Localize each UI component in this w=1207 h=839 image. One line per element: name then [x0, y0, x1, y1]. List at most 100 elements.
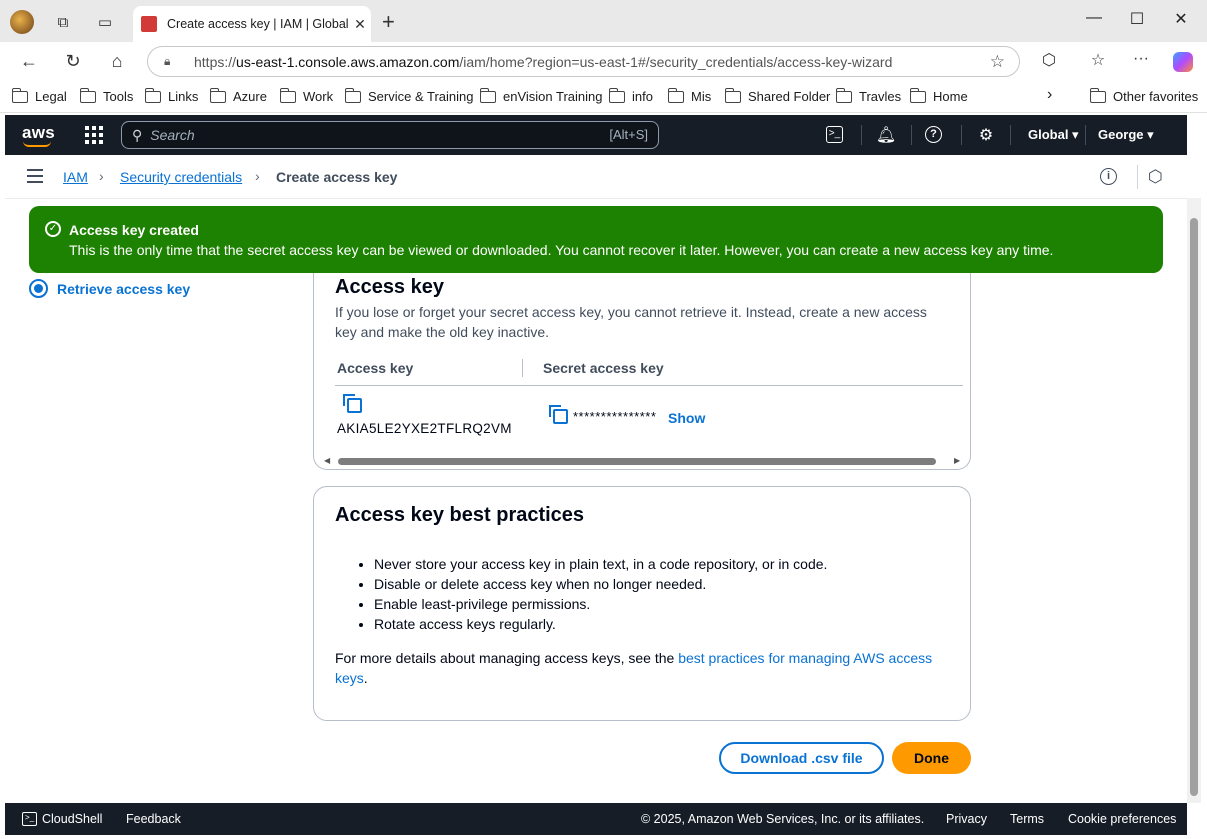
header-divider — [1085, 125, 1086, 145]
browser-tab-active[interactable]: Create access key | IAM | Global ✕ — [133, 6, 371, 42]
copy-access-key-icon[interactable] — [343, 394, 362, 413]
close-window-icon[interactable]: ✕ — [1166, 9, 1196, 29]
folder-icon — [667, 87, 684, 103]
download-csv-button[interactable]: Download .csv file — [719, 742, 884, 774]
more-menu-icon[interactable]: ··· — [1129, 50, 1153, 74]
vertical-scrollbar[interactable] — [1187, 198, 1201, 803]
folder-icon — [724, 87, 741, 103]
favorites-icon[interactable]: ☆ — [1086, 50, 1110, 74]
success-flash: ✓ Access key created This is the only ti… — [29, 206, 1163, 273]
aws-logo[interactable]: aws — [22, 123, 55, 143]
bookmark-azure[interactable]: Azure — [209, 87, 267, 104]
bookmark-envision-training[interactable]: enVision Training — [479, 87, 603, 104]
success-check-icon: ✓ — [45, 221, 61, 237]
bookmark-work[interactable]: Work — [279, 87, 333, 104]
horizontal-scrollbar[interactable]: ◀ ▶ — [320, 455, 964, 467]
search-icon: ⚲ — [132, 126, 143, 143]
bookmark-tools[interactable]: Tools — [79, 87, 133, 104]
header-divider — [961, 125, 962, 145]
best-practices-title: Access key best practices — [335, 504, 585, 526]
breadcrumb-chevron-icon: › — [99, 168, 104, 184]
list-item: Disable or delete access key when no lon… — [374, 574, 827, 594]
more-suffix: . — [363, 670, 368, 686]
help-icon[interactable]: ? — [925, 126, 942, 143]
cloudshell-footer-icon[interactable]: >_ — [22, 812, 37, 826]
folder-icon — [1089, 87, 1106, 103]
browser-titlebar: ⧉ ▭ Create access key | IAM | Global ✕ +… — [0, 0, 1207, 42]
vertical-scroll-thumb[interactable] — [1190, 218, 1198, 796]
folder-icon — [279, 87, 296, 103]
url-path: /iam/home?region=us-east-1#/security_cre… — [459, 53, 893, 70]
bookmark-mis[interactable]: Mis — [667, 87, 711, 104]
footer-cloudshell[interactable]: CloudShell — [42, 812, 102, 826]
folder-icon — [79, 87, 96, 103]
region-selector[interactable]: Global ▾ — [1028, 127, 1079, 143]
copy-secret-key-icon[interactable] — [549, 405, 568, 424]
bookmarks-bar: Legal Tools Links Azure Work Service & T… — [0, 80, 1207, 113]
bookmark-info[interactable]: info — [608, 87, 653, 104]
scroll-right-arrow-icon[interactable]: ▶ — [954, 456, 960, 465]
bookmark-travles[interactable]: Travles — [835, 87, 901, 104]
footer-cookie-preferences[interactable]: Cookie preferences — [1068, 812, 1176, 826]
footer-terms[interactable]: Terms — [1010, 812, 1044, 826]
footer-feedback[interactable]: Feedback — [126, 812, 181, 826]
feedback-hex-icon[interactable]: ⬡ — [1148, 167, 1163, 187]
maximize-icon[interactable]: ☐ — [1122, 9, 1152, 29]
navigation-menu-icon[interactable] — [27, 169, 43, 183]
extensions-icon[interactable]: ⬡ — [1037, 50, 1061, 74]
best-practices-card: Access key best practices Never store yo… — [313, 486, 971, 721]
bookmark-shared-folder[interactable]: Shared Folder — [724, 87, 830, 104]
home-icon[interactable]: ⌂ — [103, 48, 131, 74]
best-practices-more: For more details about managing access k… — [335, 648, 945, 688]
bookmark-service-training[interactable]: Service & Training — [344, 87, 474, 104]
back-icon[interactable]: ← — [15, 48, 43, 74]
aws-footer: >_ CloudShell Feedback © 2025, Amazon We… — [5, 803, 1187, 835]
url-domain: us-east-1.console.aws.amazon.com — [236, 53, 460, 70]
notifications-bell-icon[interactable]: 🔔︎ — [875, 125, 897, 145]
breadcrumb-divider — [1137, 165, 1138, 189]
cloudshell-icon[interactable]: >_ — [826, 126, 843, 143]
header-divider — [861, 125, 862, 145]
wizard-step-retrieve[interactable]: Retrieve access key — [29, 279, 190, 298]
bookmarks-overflow-icon[interactable]: › — [1047, 86, 1052, 104]
show-secret-link[interactable]: Show — [668, 410, 705, 426]
account-menu[interactable]: George ▾ — [1098, 127, 1154, 143]
address-bar[interactable]: 🔒︎ https://us-east-1.console.aws.amazon.… — [147, 46, 1020, 77]
scroll-left-arrow-icon[interactable]: ◀ — [324, 456, 330, 465]
breadcrumb-bar: IAM › Security credentials › Create acce… — [5, 155, 1187, 199]
workspaces-icon[interactable]: ⧉ — [51, 10, 75, 34]
tab-close-icon[interactable]: ✕ — [349, 16, 371, 33]
bookmark-legal[interactable]: Legal — [11, 87, 67, 104]
services-grid-icon[interactable] — [85, 126, 103, 144]
folder-icon — [11, 87, 28, 103]
url-prefix: https:// — [194, 53, 237, 70]
access-key-description: If you lose or forget your secret access… — [335, 304, 927, 340]
new-tab-icon[interactable]: + — [382, 10, 395, 34]
search-input[interactable]: ⚲ Search [Alt+S] — [121, 121, 659, 149]
done-button[interactable]: Done — [892, 742, 971, 774]
footer-privacy[interactable]: Privacy — [946, 812, 987, 826]
more-prefix: For more details about managing access k… — [335, 650, 679, 666]
breadcrumb-iam[interactable]: IAM — [63, 169, 88, 185]
copilot-icon[interactable] — [1173, 52, 1193, 72]
aws-header: aws ⚲ Search [Alt+S] >_ 🔔︎ ? ⚙︎ Global ▾… — [5, 115, 1187, 155]
profile-avatar[interactable] — [10, 10, 34, 34]
tab-actions-icon[interactable]: ▭ — [93, 10, 117, 34]
lock-icon[interactable]: 🔒︎ — [164, 54, 180, 69]
bookmark-other-favorites[interactable]: Other favorites — [1089, 87, 1198, 104]
minimize-icon[interactable]: — — [1079, 9, 1109, 27]
flash-title: Access key created — [69, 222, 199, 238]
flash-message: This is the only time that the secret ac… — [69, 242, 1054, 258]
bookmark-home[interactable]: Home — [909, 87, 968, 104]
main-content: Retrieve access key Access key If you lo… — [5, 199, 1187, 803]
info-icon[interactable]: i — [1100, 168, 1117, 185]
favorite-star-icon[interactable]: ☆ — [990, 52, 1005, 72]
footer-copyright: © 2025, Amazon Web Services, Inc. or its… — [641, 812, 925, 826]
horizontal-scroll-thumb[interactable] — [338, 458, 936, 465]
breadcrumb-security-credentials[interactable]: Security credentials — [120, 169, 242, 185]
settings-gear-icon[interactable]: ⚙︎ — [975, 125, 997, 145]
folder-icon — [835, 87, 852, 103]
bookmark-links[interactable]: Links — [144, 87, 198, 104]
folder-icon — [909, 87, 926, 103]
refresh-icon[interactable]: ↻ — [59, 48, 87, 74]
